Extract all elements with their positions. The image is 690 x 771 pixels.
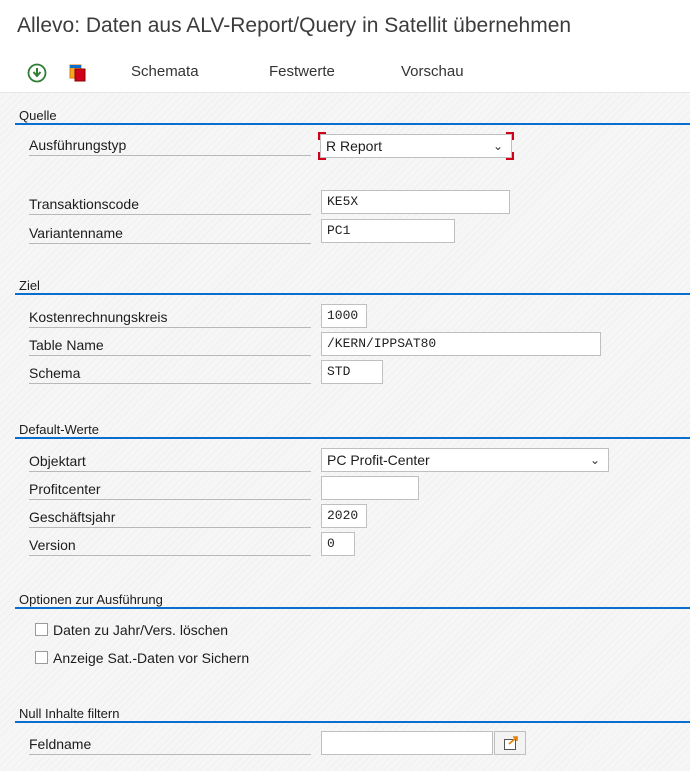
version-label: Version — [29, 535, 311, 556]
group-optionen: Optionen zur Ausführung Daten zu Jahr/Ve… — [15, 590, 690, 690]
group-title-ziel: Ziel — [15, 276, 690, 295]
content-area: Quelle Ausführungstyp R Report ⌄ Transak… — [0, 93, 690, 771]
toolbar: Schemata Festwerte Vorschau — [0, 52, 690, 93]
group-title-quelle: Quelle — [15, 106, 690, 125]
ausfuehrungstyp-select[interactable]: R Report ⌄ — [320, 134, 512, 158]
geschaeftsjahr-label: Geschäftsjahr — [29, 507, 311, 528]
kostenrechnungskreis-field[interactable]: 1000 — [321, 304, 367, 328]
transaktionscode-field[interactable]: KE5X — [321, 190, 510, 214]
anzeige-sat-label: Anzeige Sat.-Daten vor Sichern — [53, 650, 250, 666]
kostenrechnungskreis-label: Kostenrechnungskreis — [29, 307, 311, 328]
focus-indicator — [318, 152, 326, 160]
group-ziel: Ziel Kostenrechnungskreis 1000 Table Nam… — [15, 276, 690, 400]
group-title-null-filter: Null Inhalte filtern — [15, 704, 690, 723]
value-help-button[interactable] — [494, 731, 526, 755]
objektart-select[interactable]: PC Profit-Center ⌄ — [321, 448, 609, 472]
variantenname-field[interactable]: PC1 — [321, 219, 455, 243]
objektart-label: Objektart — [29, 451, 311, 472]
window-title: Allevo: Daten aus ALV-Report/Query in Sa… — [17, 14, 572, 37]
transaktionscode-label: Transaktionscode — [29, 194, 311, 215]
group-title-default-werte: Default-Werte — [15, 420, 690, 439]
title-bar: Allevo: Daten aus ALV-Report/Query in Sa… — [0, 0, 690, 52]
table-name-label: Table Name — [29, 335, 311, 356]
focus-indicator — [318, 132, 326, 140]
daten-loeschen-label: Daten zu Jahr/Vers. löschen — [53, 622, 229, 638]
schema-field[interactable]: STD — [321, 360, 383, 384]
execute-icon[interactable] — [26, 62, 48, 84]
group-title-optionen: Optionen zur Ausführung — [15, 590, 690, 609]
schemata-button[interactable]: Schemata — [131, 63, 199, 80]
group-null-filter: Null Inhalte filtern Feldname — [15, 704, 690, 764]
geschaeftsjahr-field[interactable]: 2020 — [321, 504, 367, 528]
ausfuehrungstyp-label: Ausführungstyp — [29, 135, 311, 156]
feldname-label: Feldname — [29, 734, 311, 755]
vorschau-button[interactable]: Vorschau — [401, 63, 464, 80]
profitcenter-label: Profitcenter — [29, 479, 311, 500]
objektart-value: PC Profit-Center — [327, 452, 430, 468]
variantenname-label: Variantenname — [29, 223, 311, 244]
focus-indicator — [506, 132, 514, 140]
version-field[interactable]: 0 — [321, 532, 355, 556]
schema-label: Schema — [29, 363, 311, 384]
table-name-field[interactable]: /KERN/IPPSAT80 — [321, 332, 601, 356]
focus-indicator — [506, 152, 514, 160]
chevron-down-icon: ⌄ — [492, 139, 503, 153]
chevron-down-icon: ⌄ — [589, 453, 600, 467]
group-default-werte: Default-Werte Objektart PC Profit-Center… — [15, 420, 690, 570]
daten-loeschen-checkbox[interactable] — [35, 623, 48, 636]
festwerte-button[interactable]: Festwerte — [269, 63, 335, 80]
anzeige-sat-checkbox[interactable] — [35, 651, 48, 664]
ausfuehrungstyp-value: R Report — [326, 138, 383, 154]
group-quelle: Quelle Ausführungstyp R Report ⌄ Transak… — [15, 106, 690, 266]
copy-documents-icon[interactable] — [67, 62, 89, 84]
value-help-icon — [503, 735, 519, 756]
profitcenter-field[interactable] — [321, 476, 419, 500]
feldname-field[interactable] — [321, 731, 493, 755]
